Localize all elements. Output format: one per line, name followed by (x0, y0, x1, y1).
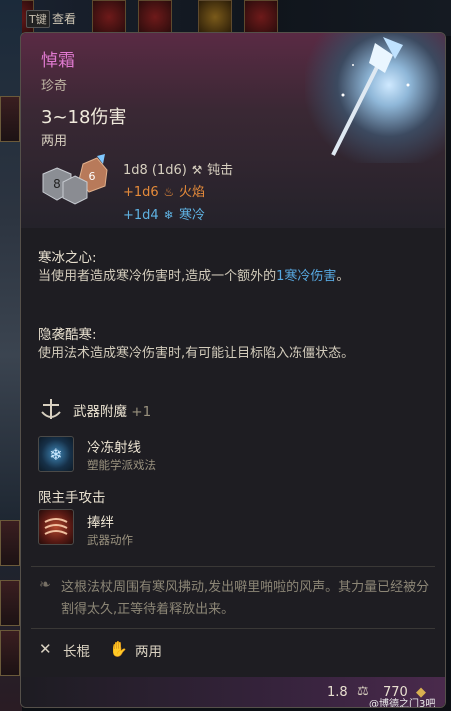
damage-cold-type: 寒冷 (178, 208, 205, 223)
hotbar-slot[interactable] (0, 580, 20, 626)
enchant-row: 武器附魔 +1 (73, 400, 151, 420)
enchant-value: +1 (131, 404, 152, 420)
passive-description: 当使用者造成寒冷伤害时,造成一个额外的1寒冷伤害。 (38, 266, 428, 288)
item-rarity: 珍奇 (41, 79, 68, 94)
hand-icon: ✋ (109, 640, 128, 658)
damage-cold-dice: +1d4 (123, 208, 159, 223)
view-label[interactable]: 查看 (52, 10, 76, 27)
hotbar-slot[interactable] (138, 0, 172, 34)
handedness: 两用 (41, 134, 68, 149)
passive-highlight[interactable]: 1寒冷伤害 (276, 269, 336, 284)
quill-icon: ❧ (39, 577, 51, 593)
flame-icon: ♨ (163, 185, 175, 199)
damage-line-base: 1d8 (1d6) ⚒ 钝击 (123, 159, 233, 178)
hud-left-bar (0, 0, 22, 711)
topple-action-icon[interactable] (38, 509, 74, 545)
passive-text: 当使用者造成寒冷伤害时,造成一个额外的 (38, 269, 277, 284)
weapon-type: 长棍 (63, 644, 90, 660)
weight-icon: ⚖ (357, 684, 369, 699)
item-name: 悼霜 (41, 51, 75, 71)
mace-icon: ⚒ (191, 163, 203, 177)
lore-text: 这根法杖周围有寒风拂动,发出噼里啪啦的风声。其力量已经被分割得太久,正等待着释放… (61, 580, 430, 617)
tooltip-body: 寒冰之心: 当使用者造成寒冷伤害时,造成一个额外的1寒冷伤害。 隐袭酷寒: 使用… (21, 228, 445, 708)
staff-type-icon: ✕ (39, 640, 52, 658)
passive-title: 寒冰之心: (38, 250, 97, 266)
tooltip-header: 悼霜 珍奇 3~18伤害 两用 8 6 1d8 (1d6) ⚒ 钝击 +1d6 … (21, 33, 445, 228)
staff-icon (331, 37, 410, 156)
dice-icon: 8 6 (42, 154, 108, 205)
damage-fire-dice: +1d6 (123, 185, 159, 200)
passive-title: 隐袭酷寒: (38, 327, 97, 343)
die-value: 8 (53, 177, 61, 191)
hotbar-slot[interactable] (0, 96, 20, 142)
hotbar-slot[interactable] (0, 520, 20, 566)
action-subtitle: 武器动作 (87, 533, 133, 547)
divider (31, 566, 435, 567)
damage-line-cold: +1d4 ❄ 寒冷 (123, 204, 205, 223)
enchant-label: 武器附魔 (73, 404, 127, 420)
frost-ray-icon[interactable]: ❄ (38, 436, 74, 472)
hotbar-slot[interactable] (0, 630, 20, 676)
mainhand-header: 限主手攻击 (38, 490, 106, 506)
hotbar-slot[interactable] (198, 0, 232, 34)
die-value: 6 (89, 170, 96, 183)
key-hint: T键 (26, 10, 50, 28)
snowflake-icon: ❄ (163, 208, 174, 222)
item-tooltip: 悼霜 珍奇 3~18伤害 两用 8 6 1d8 (1d6) ⚒ 钝击 +1d6 … (20, 32, 446, 708)
damage-line-fire: +1d6 ♨ 火焰 (123, 181, 205, 200)
passive-text-end: 。 (336, 269, 350, 284)
hotbar-slot[interactable] (244, 0, 278, 34)
svg-text:❄: ❄ (49, 445, 62, 464)
action-title: 捧绊 (87, 515, 114, 531)
damage-fire-type: 火焰 (178, 185, 205, 200)
passive-description: 使用法术造成寒冷伤害时,有可能让目标陷入冻僵状态。 (38, 346, 355, 361)
damage-base-type: 钝击 (207, 163, 234, 178)
enchant-icon (38, 396, 64, 422)
hotbar-slot[interactable] (92, 0, 126, 34)
damage-base-dice: 1d8 (1d6) (123, 163, 187, 178)
watermark: @博德之门3吧 (369, 699, 436, 708)
spell-subtitle: 塑能学派戏法 (87, 458, 156, 472)
weight-value: 1.8 (327, 685, 348, 700)
divider (31, 628, 435, 629)
spell-title: 冷冻射线 (87, 440, 141, 456)
hud-top-bar: T键 查看 (0, 0, 451, 36)
damage-range: 3~18伤害 (41, 107, 127, 128)
footer-handedness: 两用 (135, 644, 162, 660)
value-bar: 1.8 ⚖ 770 ◆ @博德之门3吧 (21, 677, 445, 708)
